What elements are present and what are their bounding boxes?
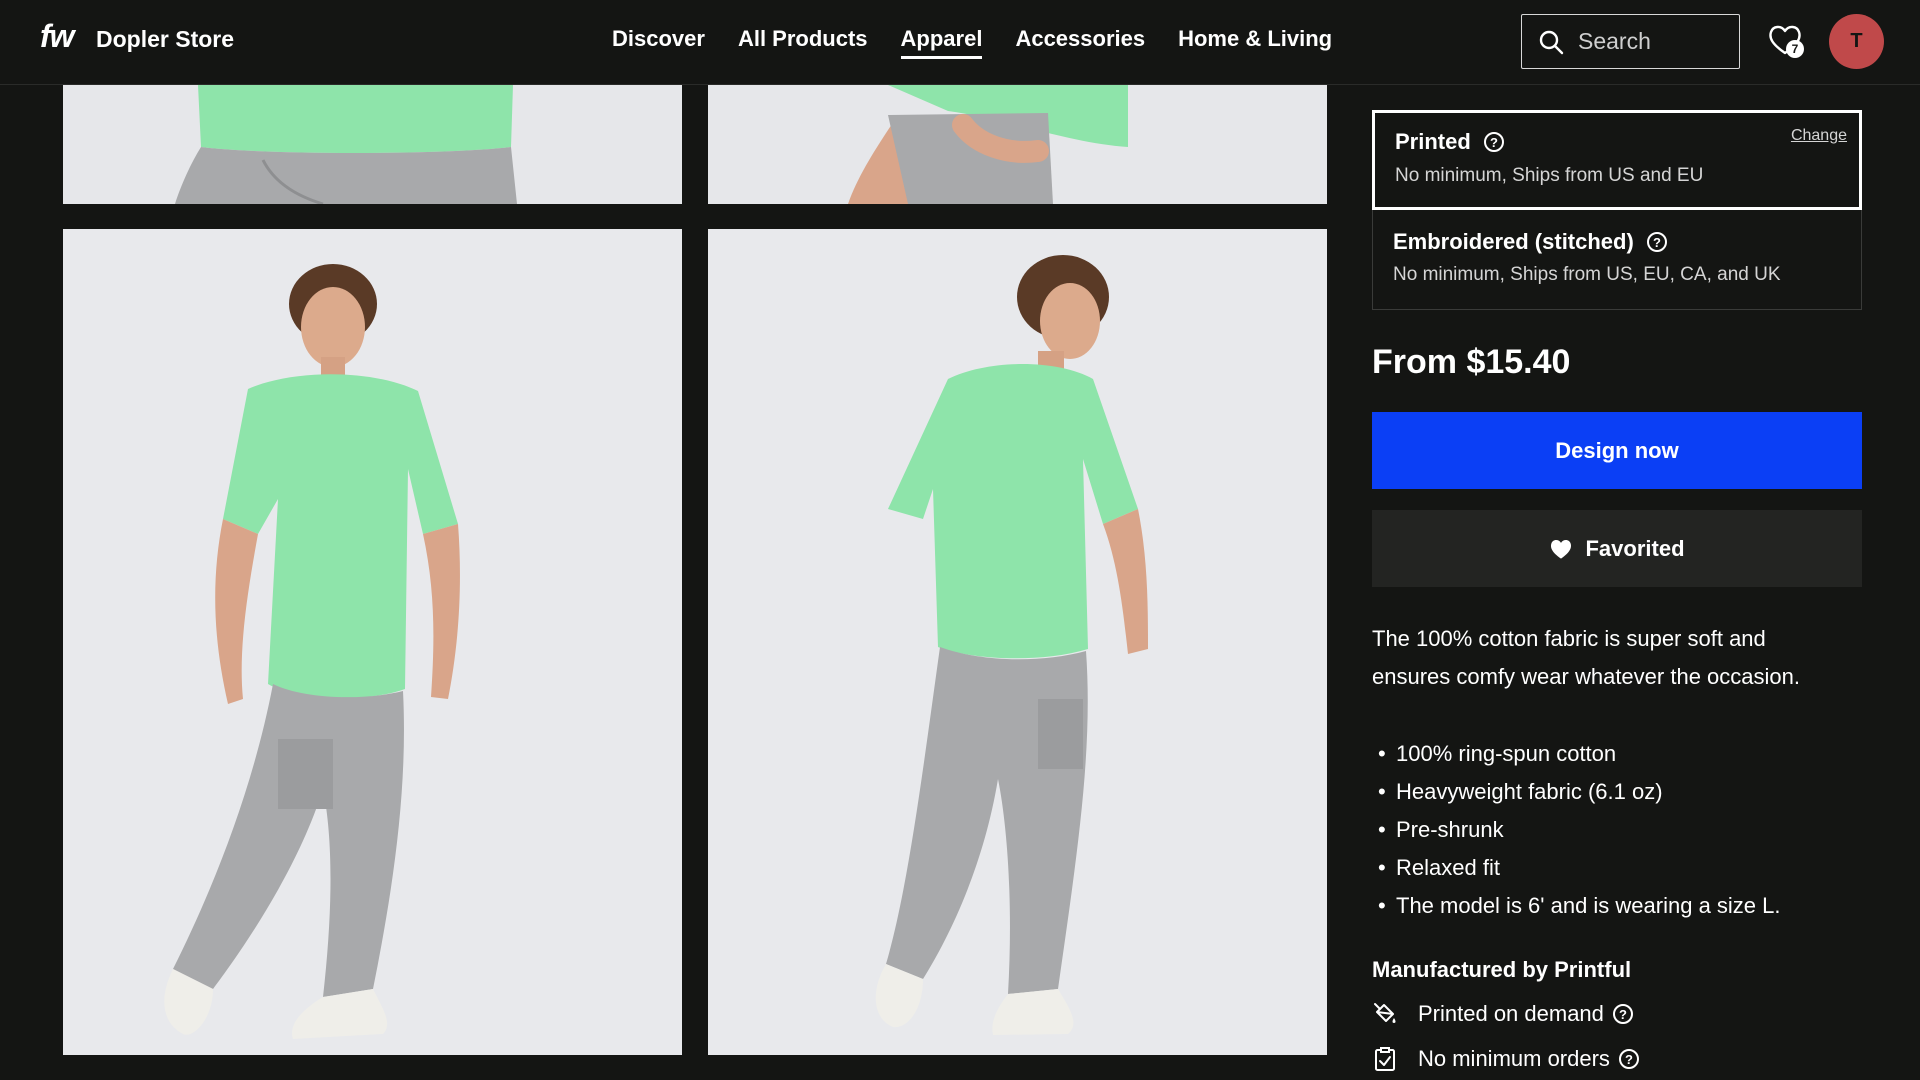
feature-label: No minimum orders	[1418, 1046, 1610, 1071]
top-navigation-bar: fw Dopler Store Discover All Products Ap…	[0, 0, 1920, 85]
favorited-button[interactable]: Favorited	[1372, 510, 1862, 587]
option-subtitle: No minimum, Ships from US, EU, CA, and U…	[1393, 264, 1781, 285]
product-description: The 100% cotton fabric is super soft and…	[1372, 626, 1800, 689]
list-item: Relaxed fit	[1372, 849, 1781, 887]
model-photo-image	[708, 229, 1327, 1055]
search-box[interactable]	[1521, 14, 1740, 69]
svg-text:?: ?	[1490, 135, 1498, 150]
product-photo-top-right[interactable]	[708, 85, 1327, 204]
option-title-text: Printed	[1395, 129, 1471, 154]
favorites-count-badge: 7	[1786, 40, 1804, 58]
list-item: Pre-shrunk	[1372, 811, 1781, 849]
feature-printed-on-demand: Printed on demand ?	[1372, 1001, 1634, 1027]
change-option-link[interactable]: Change	[1791, 127, 1847, 145]
list-item: 100% ring-spun cotton	[1372, 735, 1781, 773]
nav-discover[interactable]: Discover	[612, 26, 705, 59]
model-photo-image	[708, 85, 1327, 204]
nav-home-living[interactable]: Home & Living	[1178, 26, 1332, 59]
product-price: From $15.40	[1372, 343, 1571, 381]
user-avatar[interactable]: T	[1829, 14, 1884, 69]
product-photo-front[interactable]	[63, 229, 682, 1055]
product-photo-back[interactable]	[708, 229, 1327, 1055]
clipboard-check-icon	[1375, 1047, 1395, 1071]
manufacturer-title: Manufactured by Printful	[1372, 957, 1632, 982]
search-icon	[1539, 30, 1564, 54]
nav-all-products[interactable]: All Products	[738, 26, 868, 59]
store-name[interactable]: Dopler Store	[96, 26, 234, 53]
help-icon[interactable]: ?	[1483, 131, 1505, 153]
list-item: The model is 6' and is wearing a size L.	[1372, 887, 1781, 925]
design-now-button[interactable]: Design now	[1372, 412, 1862, 489]
option-subtitle: No minimum, Ships from US and EU	[1395, 165, 1704, 186]
store-logo[interactable]: fw	[40, 18, 75, 55]
option-title-text: Embroidered (stitched)	[1393, 229, 1634, 254]
nav-apparel[interactable]: Apparel	[900, 26, 983, 59]
product-features-list: 100% ring-spun cotton Heavyweight fabric…	[1372, 735, 1781, 925]
heart-filled-icon	[1551, 539, 1572, 559]
model-photo-image	[63, 229, 682, 1055]
feature-no-minimum-orders: No minimum orders ?	[1372, 1046, 1640, 1072]
model-photo-image	[63, 85, 682, 204]
favorited-label: Favorited	[1585, 535, 1685, 561]
help-icon[interactable]: ?	[1618, 1048, 1640, 1070]
option-printed[interactable]: Printed ? No minimum, Ships from US and …	[1372, 110, 1862, 210]
search-input[interactable]	[1578, 28, 1728, 55]
product-photo-top-left[interactable]	[63, 85, 682, 204]
svg-text:?: ?	[1619, 1007, 1627, 1022]
list-item: Heavyweight fabric (6.1 oz)	[1372, 773, 1781, 811]
svg-text:?: ?	[1653, 235, 1661, 250]
help-icon[interactable]: ?	[1612, 1003, 1634, 1025]
favorites-button[interactable]: 7	[1768, 24, 1806, 62]
option-title: Embroidered (stitched) ?	[1393, 229, 1668, 255]
svg-text:?: ?	[1625, 1052, 1633, 1067]
help-icon[interactable]: ?	[1646, 231, 1668, 253]
nav-accessories[interactable]: Accessories	[1015, 26, 1145, 59]
option-title: Printed ?	[1395, 129, 1505, 155]
paint-bucket-icon	[1374, 1003, 1396, 1023]
option-embroidered[interactable]: Embroidered (stitched) ? No minimum, Shi…	[1372, 210, 1862, 310]
feature-label: Printed on demand	[1418, 1001, 1604, 1026]
main-nav: Discover All Products Apparel Accessorie…	[612, 26, 1332, 59]
